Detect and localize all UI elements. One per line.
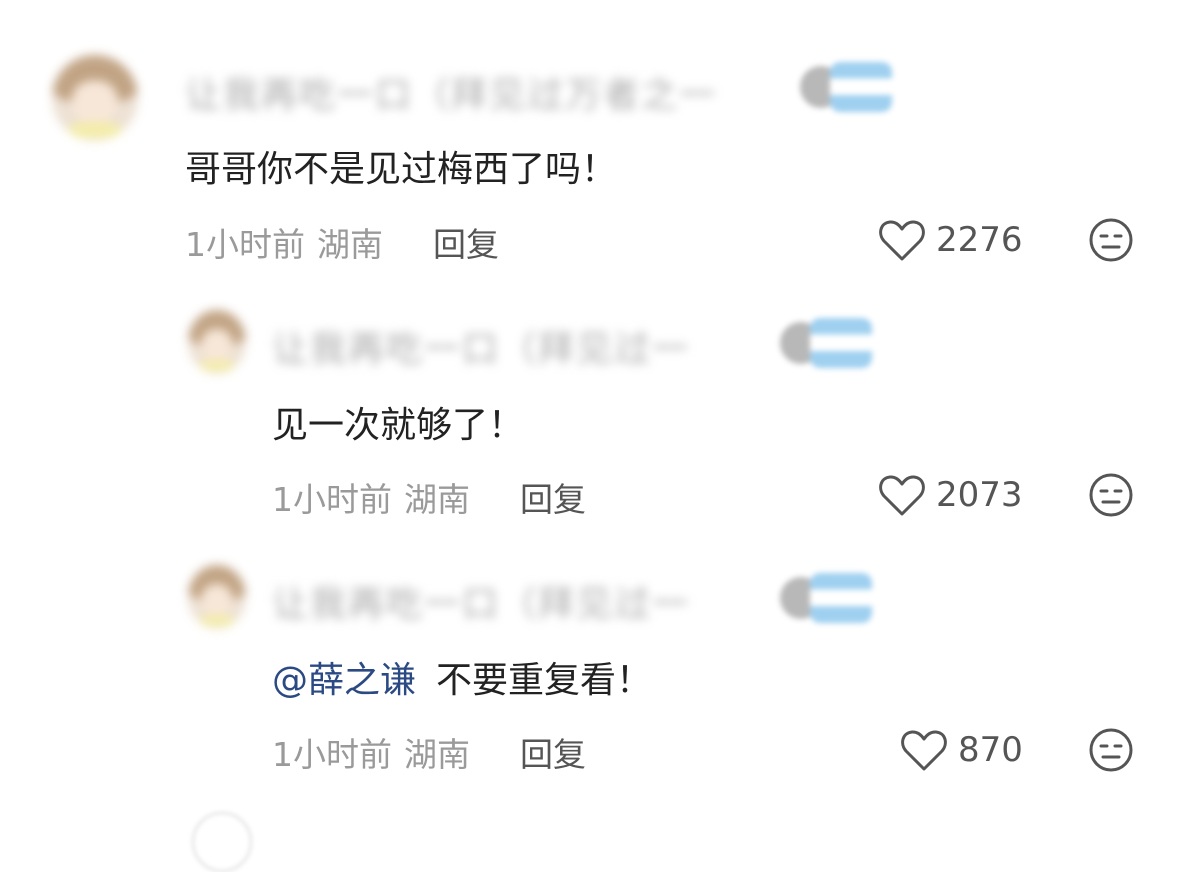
comment-item: 让我再吃一口（拜见过万者之一 哥哥你不是见过梅西了吗！ 1小时前 湖南 回复 22… xyxy=(0,0,1199,280)
mention-link[interactable]: @薛之谦 xyxy=(272,660,416,701)
user-avatar[interactable] xyxy=(188,310,246,374)
comment-meta: 1小时前 湖南 xyxy=(185,218,383,266)
comment-location: 湖南 xyxy=(317,225,383,264)
comment-time: 1小时前 xyxy=(272,480,392,519)
like-count: 2276 xyxy=(936,220,1023,260)
fan-badge-icon xyxy=(780,573,875,625)
like-button[interactable]: 2073 xyxy=(878,470,1023,520)
avatar-collar xyxy=(69,122,121,138)
reply-button[interactable]: 回复 xyxy=(520,728,586,776)
comment-meta: 1小时前 湖南 xyxy=(272,473,470,521)
like-button[interactable]: 870 xyxy=(900,725,1023,775)
comment-text: 不要重复看！ xyxy=(436,660,653,701)
username[interactable]: 让我再吃一口（拜见过万者之一 xyxy=(185,66,717,118)
avatar-collar xyxy=(199,359,235,372)
like-button[interactable]: 2276 xyxy=(878,215,1023,265)
avatar-face xyxy=(71,80,119,124)
reply-button[interactable]: 回复 xyxy=(520,473,586,521)
fan-badge-icon xyxy=(780,318,875,370)
comment-location: 湖南 xyxy=(404,735,470,774)
neutral-face-icon[interactable] xyxy=(1088,217,1134,263)
reply-comment-item: 让我再吃一口（拜见过一 见一次就够了！ 1小时前 湖南 回复 2073 xyxy=(0,280,1199,540)
avatar-face xyxy=(201,329,233,362)
comment-text-line: @薛之谦 不要重复看！ xyxy=(272,651,652,703)
fan-badge-icon xyxy=(800,62,895,114)
comment-time: 1小时前 xyxy=(272,735,392,774)
comment-text: 见一次就够了！ xyxy=(272,405,525,446)
avatar-face xyxy=(201,584,233,617)
neutral-face-icon[interactable] xyxy=(1088,727,1134,773)
next-comment-avatar[interactable] xyxy=(192,812,252,872)
avatar-collar xyxy=(199,614,235,627)
flag-icon xyxy=(810,318,872,368)
reply-comment-item: 让我再吃一口（拜见过一 @薛之谦 不要重复看！ 1小时前 湖南 回复 870 xyxy=(0,535,1199,795)
comment-time: 1小时前 xyxy=(185,225,305,264)
neutral-face-icon[interactable] xyxy=(1088,472,1134,518)
username[interactable]: 让我再吃一口（拜见过一 xyxy=(272,320,690,372)
username[interactable]: 让我再吃一口（拜见过一 xyxy=(272,575,690,627)
comment-location: 湖南 xyxy=(404,480,470,519)
heart-outline-icon xyxy=(879,475,925,516)
flag-icon xyxy=(830,62,892,112)
user-avatar[interactable] xyxy=(188,565,246,629)
user-avatar[interactable] xyxy=(52,55,138,141)
heart-outline-icon xyxy=(879,220,925,261)
like-count: 870 xyxy=(958,730,1023,770)
flag-icon xyxy=(810,573,872,623)
comment-meta: 1小时前 湖南 xyxy=(272,728,470,776)
comment-text: 哥哥你不是见过梅西了吗！ xyxy=(185,149,618,190)
reply-button[interactable]: 回复 xyxy=(433,218,499,266)
heart-outline-icon xyxy=(901,730,947,771)
like-count: 2073 xyxy=(936,475,1023,515)
